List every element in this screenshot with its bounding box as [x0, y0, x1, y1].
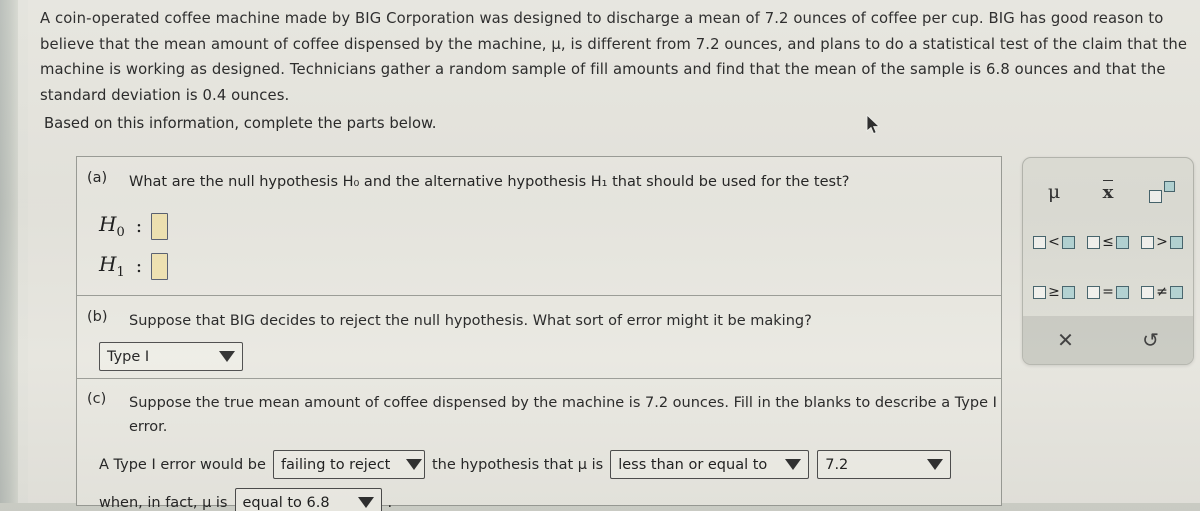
alternative-hypothesis-input[interactable]	[151, 252, 169, 280]
null-hypothesis-symbol: H0	[99, 212, 125, 240]
math-symbol-palette: μ x < ≤ > ≥ = ≠ ✕ ↺	[1022, 157, 1194, 365]
part-c-section: (c) Suppose the true mean amount of coff…	[77, 379, 1001, 511]
chevron-down-icon	[357, 497, 374, 508]
null-hypothesis-row: H0 :	[99, 206, 1001, 246]
greater-than-or-equal-operator: ≥	[1048, 284, 1060, 300]
undo-icon[interactable]: ↺	[1108, 316, 1193, 364]
greater-than-or-equal-key[interactable]: ≥	[1030, 277, 1078, 307]
part-c-label: (c)	[87, 391, 107, 407]
alternative-hypothesis-colon: :	[135, 255, 143, 277]
actual-truth-sentence-row: when, in fact, μ is equal to 6.8 .	[99, 488, 1001, 511]
overbar-icon	[1102, 179, 1114, 182]
less-than-or-equal-key[interactable]: ≤	[1084, 227, 1132, 257]
right-operand-square	[1061, 235, 1075, 249]
truth-select[interactable]: equal to 6.8	[234, 488, 382, 511]
math-palette-footer: ✕ ↺	[1023, 316, 1193, 364]
problem-intro-block: A coin-operated coffee machine made by B…	[40, 6, 1200, 108]
null-hypothesis-colon: :	[135, 215, 143, 237]
not-equal-operator: ≠	[1156, 284, 1168, 300]
alternative-hypothesis-row: H1 :	[99, 246, 1001, 286]
type-one-error-sentence-row: A Type I error would be failing to rejec…	[99, 450, 1001, 479]
part-c-question: Suppose the true mean amount of coffee d…	[129, 395, 997, 435]
reject-action-select[interactable]: failing to reject	[272, 450, 425, 479]
left-operand-square	[1087, 285, 1101, 299]
sentence-end-period: .	[387, 494, 393, 511]
equals-key[interactable]: =	[1084, 277, 1132, 307]
math-palette-row-3: ≥ = ≠	[1027, 267, 1189, 317]
right-operand-square	[1061, 285, 1075, 299]
mu-key[interactable]: μ	[1030, 177, 1078, 207]
left-operand-square	[1087, 235, 1101, 249]
problem-instruction: Based on this information, complete the …	[44, 115, 437, 132]
right-operand-square	[1169, 235, 1183, 249]
null-hypothesis-subscript: 0	[116, 225, 125, 240]
x-bar-key-letter: x	[1102, 181, 1114, 203]
error-type-select-value: Type I	[107, 348, 150, 365]
power-base-square	[1149, 190, 1162, 203]
power-key[interactable]	[1138, 177, 1186, 207]
error-type-select-wrapper: Type I	[99, 342, 1001, 371]
right-operand-square	[1169, 285, 1183, 299]
part-b-question: Suppose that BIG decides to reject the n…	[129, 313, 812, 329]
reject-action-select-value: failing to reject	[280, 456, 391, 473]
power-icon	[1149, 181, 1175, 203]
chevron-down-icon	[406, 459, 423, 470]
value-select[interactable]: 7.2	[817, 450, 952, 479]
clear-icon[interactable]: ✕	[1023, 316, 1108, 364]
problem-statement: A coin-operated coffee machine made by B…	[40, 10, 1192, 104]
greater-than-key[interactable]: >	[1138, 227, 1186, 257]
not-equal-key[interactable]: ≠	[1138, 277, 1186, 307]
part-b-label: (b)	[87, 309, 108, 325]
left-operand-square	[1141, 285, 1155, 299]
less-than-or-equal-operator: ≤	[1102, 234, 1114, 250]
sentence-prefix-text: A Type I error would be	[99, 456, 266, 473]
part-a-section: (a) What are the null hypothesis H₀ and …	[77, 157, 1001, 296]
chevron-down-icon	[785, 459, 802, 470]
less-than-key[interactable]: <	[1030, 227, 1078, 257]
math-palette-row-2: < ≤ >	[1027, 217, 1189, 267]
window-left-margin	[18, 0, 28, 511]
sentence-middle-text: the hypothesis that μ is	[431, 456, 604, 473]
less-than-operator: <	[1048, 234, 1060, 250]
truth-select-value: equal to 6.8	[242, 494, 330, 511]
right-operand-square	[1115, 285, 1129, 299]
part-a-label: (a)	[87, 170, 108, 186]
sentence-second-prefix-text: when, in fact, μ is	[99, 494, 228, 511]
window-left-edge	[0, 0, 18, 511]
value-select-value: 7.2	[825, 456, 849, 473]
question-panel: (a) What are the null hypothesis H₀ and …	[76, 156, 1002, 511]
math-palette-row-1: μ x	[1027, 167, 1189, 217]
x-bar-key[interactable]: x	[1084, 177, 1132, 207]
equals-operator: =	[1102, 284, 1114, 300]
math-palette-keys: μ x < ≤ > ≥ = ≠	[1023, 158, 1193, 317]
left-operand-square	[1141, 235, 1155, 249]
greater-than-operator: >	[1156, 234, 1168, 250]
alternative-hypothesis-subscript: 1	[116, 265, 125, 280]
chevron-down-icon	[219, 351, 235, 362]
null-hypothesis-input[interactable]	[151, 212, 169, 240]
left-operand-square	[1033, 235, 1047, 249]
alternative-hypothesis-symbol: H1	[99, 252, 125, 280]
relation-select-value: less than or equal to	[618, 456, 768, 473]
left-operand-square	[1033, 285, 1047, 299]
power-exponent-square	[1164, 181, 1175, 192]
part-a-question: What are the null hypothesis H₀ and the …	[129, 174, 850, 190]
relation-select[interactable]: less than or equal to	[610, 450, 810, 479]
right-operand-square	[1115, 235, 1129, 249]
part-b-section: (b) Suppose that BIG decides to reject t…	[77, 296, 1001, 379]
chevron-down-icon	[927, 459, 944, 470]
error-type-select[interactable]: Type I	[99, 342, 243, 371]
